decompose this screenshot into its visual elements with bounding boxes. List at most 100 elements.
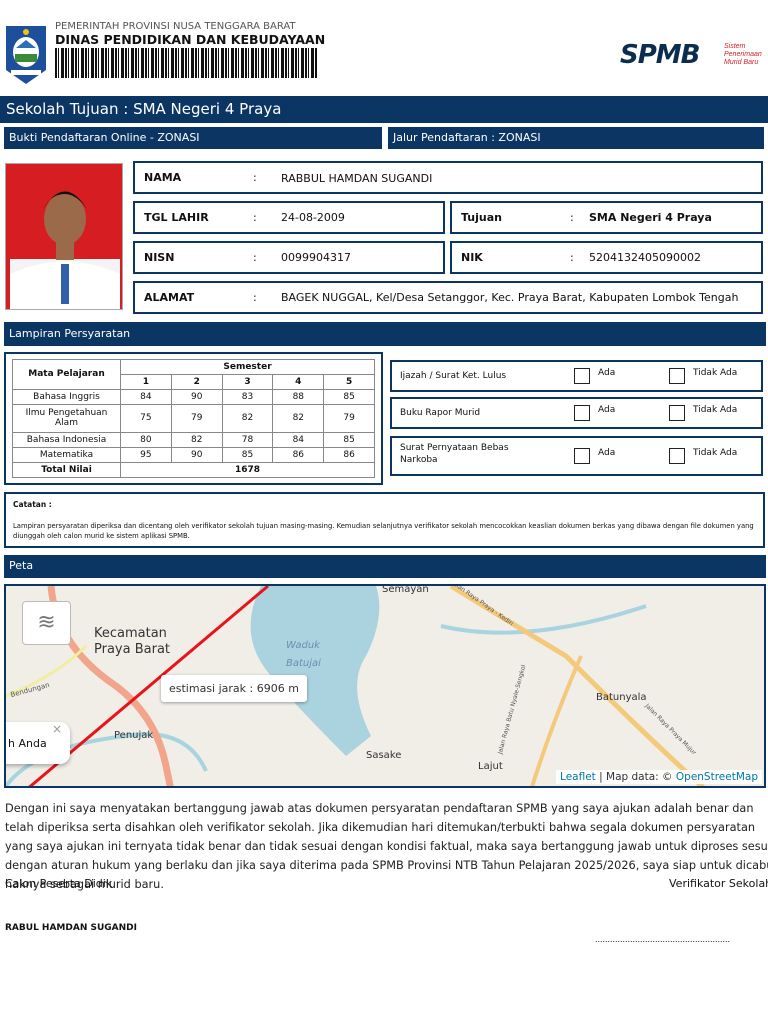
page-title: Sekolah Tujuan : SMA Negeri 4 Praya	[0, 96, 768, 123]
layers-control[interactable]: ≋	[22, 601, 71, 645]
map-label: Waduk	[286, 640, 320, 651]
barcode	[55, 48, 317, 78]
ada-checkbox[interactable]	[574, 448, 590, 464]
nik-field: NIK : 5204132405090002	[450, 241, 763, 274]
destination-field: Tujuan : SMA Negeri 4 Praya	[450, 201, 763, 234]
ada-checkbox[interactable]	[574, 368, 590, 384]
nisn-label: NISN	[144, 251, 175, 264]
student-photo	[5, 163, 123, 310]
map-label: Batunyala	[596, 692, 647, 703]
score-cell: 79	[170, 403, 223, 434]
logo-sub: Sistem	[724, 43, 746, 50]
student-sign-label: Calon Peserta Didik	[5, 877, 113, 890]
dept-name: DINAS PENDIDIKAN DAN KEBUDAYAAN	[55, 32, 326, 47]
score-cell: 95	[120, 447, 172, 464]
table-row: Ilmu Pengetahuan Alam 75 79 82 82 79	[12, 403, 375, 434]
score-cell: 85	[221, 447, 274, 464]
score-cell: 80	[120, 432, 172, 449]
map-label: Sasake	[366, 750, 402, 761]
total-value: 1678	[120, 462, 375, 478]
tidak-ada-checkbox[interactable]	[669, 448, 685, 464]
province-emblem	[4, 24, 48, 86]
map-attribution: Leaflet | Map data: © OpenStreetMap	[556, 770, 762, 784]
score-cell: 90	[170, 447, 223, 464]
colon: :	[570, 251, 574, 264]
semester-header: Semester	[120, 359, 375, 375]
notes-text: Lampiran persyaratan diperiksa dan dicen…	[13, 522, 754, 540]
semester-col: 4	[272, 373, 325, 390]
score-cell: 75	[120, 403, 172, 434]
osm-link[interactable]: OpenStreetMap	[676, 771, 758, 783]
tidak-ada-label: Tidak Ada	[693, 405, 738, 415]
table-row: Matematika 95 90 85 86 86	[12, 447, 375, 464]
ada-checkbox[interactable]	[574, 405, 590, 421]
subject-header: Mata Pelajaran	[12, 359, 121, 390]
ada-label: Ada	[598, 405, 616, 415]
name-field: NAMA : RABBUL HAMDAN SUGANDI	[133, 161, 763, 194]
gov-name: PEMERINTAH PROVINSI NUSA TENGGARA BARAT	[55, 21, 296, 32]
score-cell: 85	[323, 432, 375, 449]
score-cell: 79	[323, 403, 375, 434]
grades-table: Mata Pelajaran Semester 12345 Bahasa Ingg…	[12, 359, 375, 478]
subject-cell: Bahasa Indonesia	[12, 432, 121, 449]
subject-cell: Matematika	[12, 447, 121, 464]
ada-label: Ada	[598, 368, 616, 378]
map-label: Lajut	[478, 761, 503, 772]
map-header: Peta	[4, 555, 766, 578]
nik-value: 5204132405090002	[589, 251, 701, 264]
requirement-label: Ijazah / Surat Ket. Lulus	[400, 371, 507, 381]
colon: :	[570, 211, 574, 224]
name-label: NAMA	[144, 171, 182, 184]
spmb-logo: SPMB Sistem Penerimaan Murid Baru	[620, 40, 762, 70]
tidak-ada-checkbox[interactable]	[669, 405, 685, 421]
address-value: BAGEK NUGGAL, Kel/Desa Setanggor, Kec. P…	[281, 291, 739, 304]
score-cell: 82	[170, 432, 223, 449]
map-label: Praya Barat	[94, 642, 171, 657]
logo-sub: Murid Baru	[724, 59, 759, 66]
map-label: Penujak	[114, 730, 154, 741]
location-popup: h Anda ×	[6, 722, 70, 764]
score-cell: 88	[272, 388, 325, 405]
address-field: ALAMAT : BAGEK NUGGAL, Kel/Desa Setanggo…	[133, 281, 763, 314]
score-cell: 82	[272, 403, 325, 434]
subject-cell: Ilmu Pengetahuan Alam	[12, 403, 121, 434]
map-label: Semayan	[382, 584, 429, 595]
requirement-item: Surat Pernyataan Bebas Narkoba Ada Tidak…	[390, 436, 763, 476]
notes-box: Catatan : Lampiran persyaratan diperiksa…	[4, 492, 765, 548]
colon: :	[253, 211, 257, 224]
spmb-logo-text: SPMB	[620, 40, 700, 70]
nik-label: NIK	[461, 251, 483, 264]
birthdate-field: TGL LAHIR : 24-08-2009	[133, 201, 445, 234]
address-label: ALAMAT	[144, 291, 195, 304]
verifier-sign-label: Verifikator Sekolah	[669, 877, 768, 890]
score-cell: 83	[221, 388, 274, 405]
tidak-ada-label: Tidak Ada	[693, 448, 738, 458]
colon: :	[253, 291, 257, 304]
nisn-value: 0099904317	[281, 251, 351, 264]
destination-label: Tujuan	[461, 211, 502, 224]
birthdate-value: 24-08-2009	[281, 211, 345, 224]
requirement-label: Buku Rapor Murid	[400, 408, 481, 418]
score-cell: 84	[120, 388, 172, 405]
close-icon[interactable]: ×	[52, 722, 62, 736]
student-name-sign: RABUL HAMDAN SUGANDI	[5, 923, 137, 933]
score-cell: 86	[272, 447, 325, 464]
registration-proof: Bukti Pendaftaran Online - ZONASI	[4, 127, 382, 149]
leaflet-link[interactable]: Leaflet	[560, 771, 596, 783]
grades-box: Mata Pelajaran Semester 12345 Bahasa Ingg…	[4, 352, 383, 485]
popup-text: h Anda	[8, 737, 47, 750]
distance-tooltip: estimasi jarak : 6906 m	[161, 675, 307, 702]
map-label: Kecamatan	[94, 626, 167, 641]
score-cell: 82	[221, 403, 274, 434]
map-label: Batujai	[286, 658, 321, 669]
subject-cell: Bahasa Inggris	[12, 388, 121, 405]
tidak-ada-checkbox[interactable]	[669, 368, 685, 384]
colon: :	[253, 171, 257, 184]
destination-value: SMA Negeri 4 Praya	[589, 211, 712, 224]
attachments-header: Lampiran Persyaratan	[4, 322, 766, 346]
tidak-ada-label: Tidak Ada	[693, 368, 738, 378]
ada-label: Ada	[598, 448, 616, 458]
score-cell: 90	[170, 388, 223, 405]
map[interactable]: ≋ Kecamatan Praya Barat Waduk Batujai Se…	[4, 584, 766, 788]
name-value: RABBUL HAMDAN SUGANDI	[281, 172, 433, 185]
